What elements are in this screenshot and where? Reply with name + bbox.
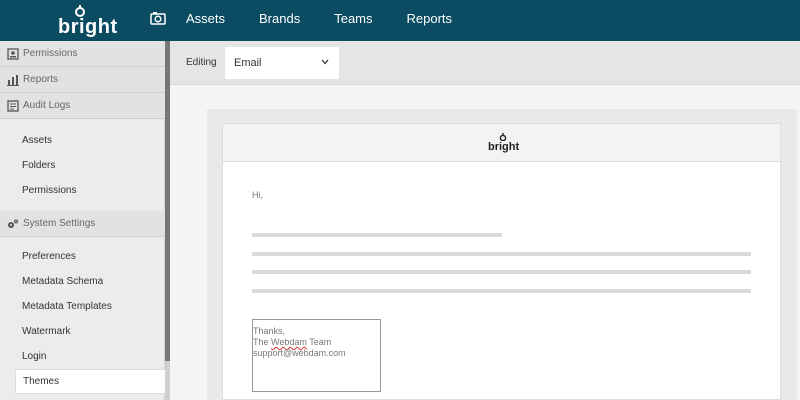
placeholder-text-line: [252, 233, 502, 237]
sidebar-item-watermark[interactable]: Watermark: [0, 319, 165, 344]
sidebar-item-preferences[interactable]: Preferences: [0, 244, 165, 269]
placeholder-text-line: [252, 270, 751, 274]
sidebar-item-metadata-templates[interactable]: Metadata Templates: [0, 294, 165, 319]
sidebar-section-label: Permissions: [23, 48, 78, 59]
editing-bar: Editing Email: [170, 41, 800, 85]
email-greeting: Hi,: [252, 190, 263, 200]
email-signature-editor[interactable]: Thanks, The Webdam Team support@webdam.c…: [252, 319, 381, 392]
sidebar-section-permissions[interactable]: Permissions: [0, 41, 165, 67]
signature-line-1: Thanks,: [253, 326, 286, 336]
email-header: bright: [223, 124, 780, 162]
email-logo-text: bright: [488, 141, 520, 153]
sidebar-section-label: System Settings: [23, 218, 96, 229]
sidebar-item-assets[interactable]: Assets: [0, 128, 165, 153]
email-logo: bright: [488, 133, 520, 155]
logo-text: bright: [58, 16, 118, 38]
camera-icon[interactable]: [150, 11, 166, 25]
sidebar-item-folders[interactable]: Folders: [0, 153, 165, 178]
nav-teams[interactable]: Teams: [334, 0, 372, 41]
editing-template-select[interactable]: Email: [225, 47, 339, 79]
placeholder-text-line: [252, 289, 751, 293]
id-card-icon: [7, 47, 19, 60]
bright-logo[interactable]: bright: [58, 5, 117, 38]
logo-mark-icon: [499, 133, 507, 141]
sidebar-section-label: Audit Logs: [23, 100, 71, 111]
bar-chart-icon: [7, 74, 19, 86]
nav-reports[interactable]: Reports: [407, 0, 453, 41]
signature-line-3: support@webdam.com: [253, 348, 346, 358]
nav-brands[interactable]: Brands: [259, 0, 300, 41]
top-bar: bright Assets Brands Teams Reports: [0, 0, 800, 41]
main-nav: Assets Brands Teams Reports: [186, 0, 486, 41]
sidebar-section-system-settings[interactable]: System Settings: [0, 211, 165, 237]
placeholder-text-line: [252, 252, 751, 256]
nav-assets[interactable]: Assets: [186, 0, 225, 41]
log-icon: [7, 99, 19, 112]
signature-line-2: The Webdam Team: [253, 337, 332, 347]
spellcheck-word: Webdam: [271, 337, 307, 347]
sidebar-item-metadata-schema[interactable]: Metadata Schema: [0, 269, 165, 294]
editing-label: Editing: [186, 57, 217, 68]
editing-select-value: Email: [234, 57, 262, 69]
sidebar-section-audit-logs[interactable]: Audit Logs: [0, 93, 165, 119]
email-preview-card: bright Hi, Thanks, The Webdam Team suppo…: [222, 123, 781, 400]
sidebar-section-label: Reports: [23, 74, 59, 85]
sidebar-scroll-thumb[interactable]: [165, 41, 170, 361]
sidebar-section-reports[interactable]: Reports: [0, 67, 165, 93]
sidebar-item-login[interactable]: Login: [0, 344, 165, 369]
sidebar-item-permissions[interactable]: Permissions: [0, 178, 165, 203]
sidebar-item-themes[interactable]: Themes: [15, 369, 168, 394]
gears-icon: [8, 219, 18, 228]
chevron-down-icon: [321, 59, 329, 65]
